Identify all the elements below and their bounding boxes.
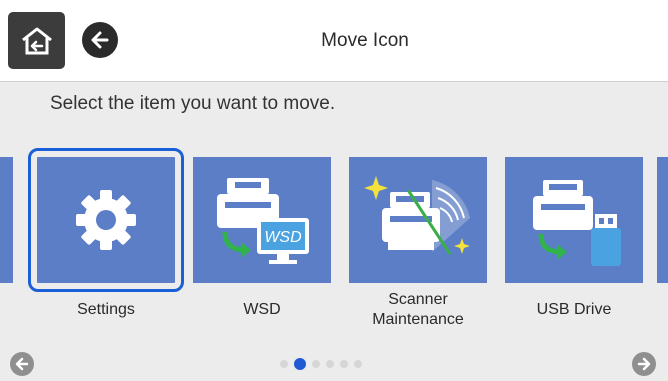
svg-text:WSD: WSD <box>264 229 302 246</box>
next-page-button[interactable] <box>632 352 656 376</box>
page-dot <box>354 360 362 368</box>
tile-scanner-maintenance[interactable] <box>349 157 487 283</box>
next-page-icon <box>637 357 651 371</box>
tile-settings[interactable] <box>28 148 184 292</box>
page-dot <box>280 360 288 368</box>
home-button[interactable] <box>8 12 65 69</box>
tile-label-line1: Scanner <box>388 291 448 308</box>
tile-label-wsd: WSD <box>243 301 281 318</box>
prev-page-button[interactable] <box>10 352 34 376</box>
home-icon <box>21 27 52 54</box>
header-bar: Move Icon <box>0 0 668 82</box>
usb-drive-icon <box>533 180 621 266</box>
instruction-text: Select the item you want to move. <box>50 93 336 114</box>
page-title: Move Icon <box>321 30 409 51</box>
tile-label-usb-drive: USB Drive <box>536 301 612 318</box>
page-dot <box>326 360 334 368</box>
tile-wsd[interactable]: WSD <box>193 157 331 283</box>
prev-page-icon <box>15 357 29 371</box>
tile-usb-drive[interactable] <box>505 157 643 283</box>
partial-tile-left[interactable] <box>0 157 13 283</box>
tile-label-scanner-maintenance: Scanner Maintenance <box>343 290 493 330</box>
back-arrow-icon <box>91 31 109 49</box>
pagination-bar <box>0 352 668 376</box>
tile-label-settings: Settings <box>77 301 135 318</box>
gear-icon <box>76 190 136 250</box>
tile-label-line2: Maintenance <box>372 311 464 328</box>
back-button[interactable] <box>82 22 118 58</box>
page-dot <box>340 360 348 368</box>
page-dot-active <box>294 358 306 370</box>
page-dot <box>312 360 320 368</box>
partial-tile-right[interactable] <box>657 157 668 283</box>
page-indicator <box>280 358 362 370</box>
wsd-icon: WSD <box>217 178 309 264</box>
scanner-maintenance-icon <box>364 176 470 255</box>
